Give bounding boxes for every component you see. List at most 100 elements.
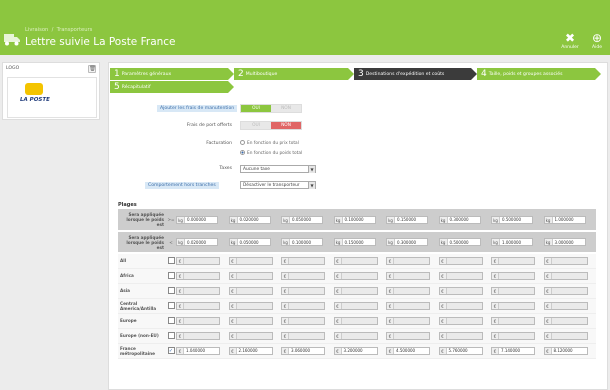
zone-price-input[interactable]: €7.140000 xyxy=(491,346,535,355)
zone-price-input[interactable]: € xyxy=(438,286,483,295)
range-to-input[interactable]: kg 0.050000 xyxy=(228,238,271,246)
zone-price-input[interactable]: € xyxy=(491,256,535,265)
zone-price-input[interactable]: € xyxy=(176,301,220,310)
zone-price-input[interactable]: € xyxy=(438,271,483,280)
zone-price-input[interactable]: €3.060000 xyxy=(281,346,325,355)
zone-price-input[interactable]: € xyxy=(281,271,325,280)
zone-price-input[interactable]: € xyxy=(386,286,430,295)
range-from-input[interactable]: kg 0.020000 xyxy=(228,215,271,224)
zone-price-input[interactable]: € xyxy=(176,331,220,340)
zone-price-input[interactable]: €8.120000 xyxy=(543,346,588,355)
billing-weight-radio[interactable]: En fonction du poids total xyxy=(240,150,302,156)
zone-price-input[interactable]: € xyxy=(228,331,273,340)
zone-price-input[interactable]: € xyxy=(386,331,430,340)
range-from-input[interactable]: kg 0.500000 xyxy=(491,215,533,224)
zone-price-input[interactable]: € xyxy=(228,256,273,265)
zone-price-input[interactable]: € xyxy=(228,271,273,280)
zone-price-input[interactable]: € xyxy=(281,316,325,325)
zone-price-input[interactable]: € xyxy=(333,256,378,265)
freeship-no[interactable]: NON xyxy=(271,122,301,129)
zone-price-input[interactable]: € xyxy=(333,331,378,340)
handling-no[interactable]: NON xyxy=(271,105,301,112)
zone-price-input[interactable]: € xyxy=(386,316,430,325)
range-from-input[interactable]: kg 0.100000 xyxy=(333,215,376,224)
zone-price-input[interactable]: € xyxy=(543,286,588,295)
cancel-button[interactable]: ✖ Annuler xyxy=(557,31,583,50)
range-from-input[interactable]: kg 0.300000 xyxy=(438,215,481,224)
zone-price-input[interactable]: € xyxy=(386,256,430,265)
range-to-input[interactable]: kg 1.000000 xyxy=(491,238,533,246)
zone-price-input[interactable]: € xyxy=(333,271,378,280)
zone-price-input[interactable]: € xyxy=(543,271,588,280)
range-to-input[interactable]: kg 0.500000 xyxy=(438,238,481,246)
breadcrumb-item-livraison[interactable]: Livraison xyxy=(25,27,48,33)
zone-price-input[interactable]: € xyxy=(543,331,588,340)
zone-checkbox[interactable]: ✓ xyxy=(167,347,175,354)
zone-price-input[interactable]: € xyxy=(333,301,378,310)
breadcrumb-item-transporteurs[interactable]: Transporteurs xyxy=(57,27,93,33)
zone-price-input[interactable]: € xyxy=(543,301,588,310)
out-of-range-select[interactable]: Désactiver le transporteur ▼ xyxy=(240,181,316,189)
range-to-input[interactable]: kg 0.150000 xyxy=(333,238,376,246)
handling-fees-toggle[interactable]: OUI NON xyxy=(240,104,302,113)
delete-logo-button[interactable]: 🗑 xyxy=(88,65,96,73)
zone-price-input[interactable]: € xyxy=(228,301,273,310)
zone-price-input[interactable]: €1.040000 xyxy=(176,346,220,355)
zone-checkbox[interactable] xyxy=(167,271,175,279)
zone-price-input[interactable]: € xyxy=(438,331,483,340)
zone-price-input[interactable]: € xyxy=(438,316,483,325)
zone-price-input[interactable]: € xyxy=(543,316,588,325)
range-to-input[interactable]: kg 0.020000 xyxy=(176,238,218,246)
zone-price-input[interactable]: € xyxy=(438,301,483,310)
zone-checkbox[interactable] xyxy=(167,256,175,264)
range-to-input[interactable]: kg 0.100000 xyxy=(281,238,323,246)
step-5-tab[interactable]: 5 Récapitulatif xyxy=(110,81,234,93)
zone-price-input[interactable]: € xyxy=(281,286,325,295)
help-button[interactable]: ⊕ Aide xyxy=(584,31,610,50)
range-from-input[interactable]: kg 0.000000 xyxy=(176,215,218,224)
zone-price-input[interactable]: € xyxy=(491,301,535,310)
zone-price-input[interactable]: € xyxy=(386,271,430,280)
range-to-input[interactable]: kg 3.000000 xyxy=(543,238,586,246)
range-to-input[interactable]: kg 0.300000 xyxy=(386,238,428,246)
range-from-input[interactable]: kg 0.150000 xyxy=(386,215,428,224)
zone-price-input[interactable]: € xyxy=(491,316,535,325)
zone-price-input[interactable]: € xyxy=(176,316,220,325)
zone-price-input[interactable]: €3.200000 xyxy=(333,346,378,355)
zone-price-input[interactable]: € xyxy=(333,316,378,325)
step-1-tab[interactable]: 1 Paramètres généraux xyxy=(110,68,234,80)
zone-price-input[interactable]: € xyxy=(333,286,378,295)
step-4-tab[interactable]: 4 Taille, poids et groupes associés xyxy=(477,68,601,80)
billing-price-radio[interactable]: En fonction du prix total xyxy=(240,140,299,146)
zone-price-input[interactable]: € xyxy=(176,271,220,280)
zone-price-input[interactable]: € xyxy=(491,286,535,295)
range-from-input[interactable]: kg 1.000000 xyxy=(543,215,586,224)
free-shipping-toggle[interactable]: OUI NON xyxy=(240,121,302,130)
zone-checkbox[interactable] xyxy=(167,331,175,339)
zone-price-input[interactable]: € xyxy=(228,316,273,325)
zone-checkbox[interactable] xyxy=(167,286,175,294)
step-2-tab[interactable]: 2 Multiboutique xyxy=(234,68,354,80)
zone-price-input[interactable]: € xyxy=(281,256,325,265)
step-3-tab[interactable]: 3 Destinations d'expédition et coûts xyxy=(354,68,477,80)
zone-checkbox[interactable] xyxy=(167,301,175,309)
zone-price-input[interactable]: € xyxy=(176,256,220,265)
input-value: 2.160000 xyxy=(238,348,258,353)
zone-price-input[interactable]: € xyxy=(281,301,325,310)
zone-price-input[interactable]: € xyxy=(228,286,273,295)
zone-price-input[interactable]: €2.160000 xyxy=(228,346,273,355)
freeship-yes[interactable]: OUI xyxy=(241,122,271,129)
zone-price-input[interactable]: € xyxy=(438,256,483,265)
zone-checkbox[interactable] xyxy=(167,316,175,324)
zone-price-input[interactable]: €4.500000 xyxy=(386,346,430,355)
zone-price-input[interactable]: € xyxy=(543,256,588,265)
zone-price-input[interactable]: € xyxy=(491,331,535,340)
tax-select[interactable]: Aucune taxe ▼ xyxy=(240,165,316,173)
handling-yes[interactable]: OUI xyxy=(241,105,271,112)
zone-price-input[interactable]: € xyxy=(491,271,535,280)
zone-price-input[interactable]: € xyxy=(176,286,220,295)
range-from-input[interactable]: kg 0.050000 xyxy=(281,215,323,224)
zone-price-input[interactable]: €5.760000 xyxy=(438,346,483,355)
zone-price-input[interactable]: € xyxy=(281,331,325,340)
zone-price-input[interactable]: € xyxy=(386,301,430,310)
